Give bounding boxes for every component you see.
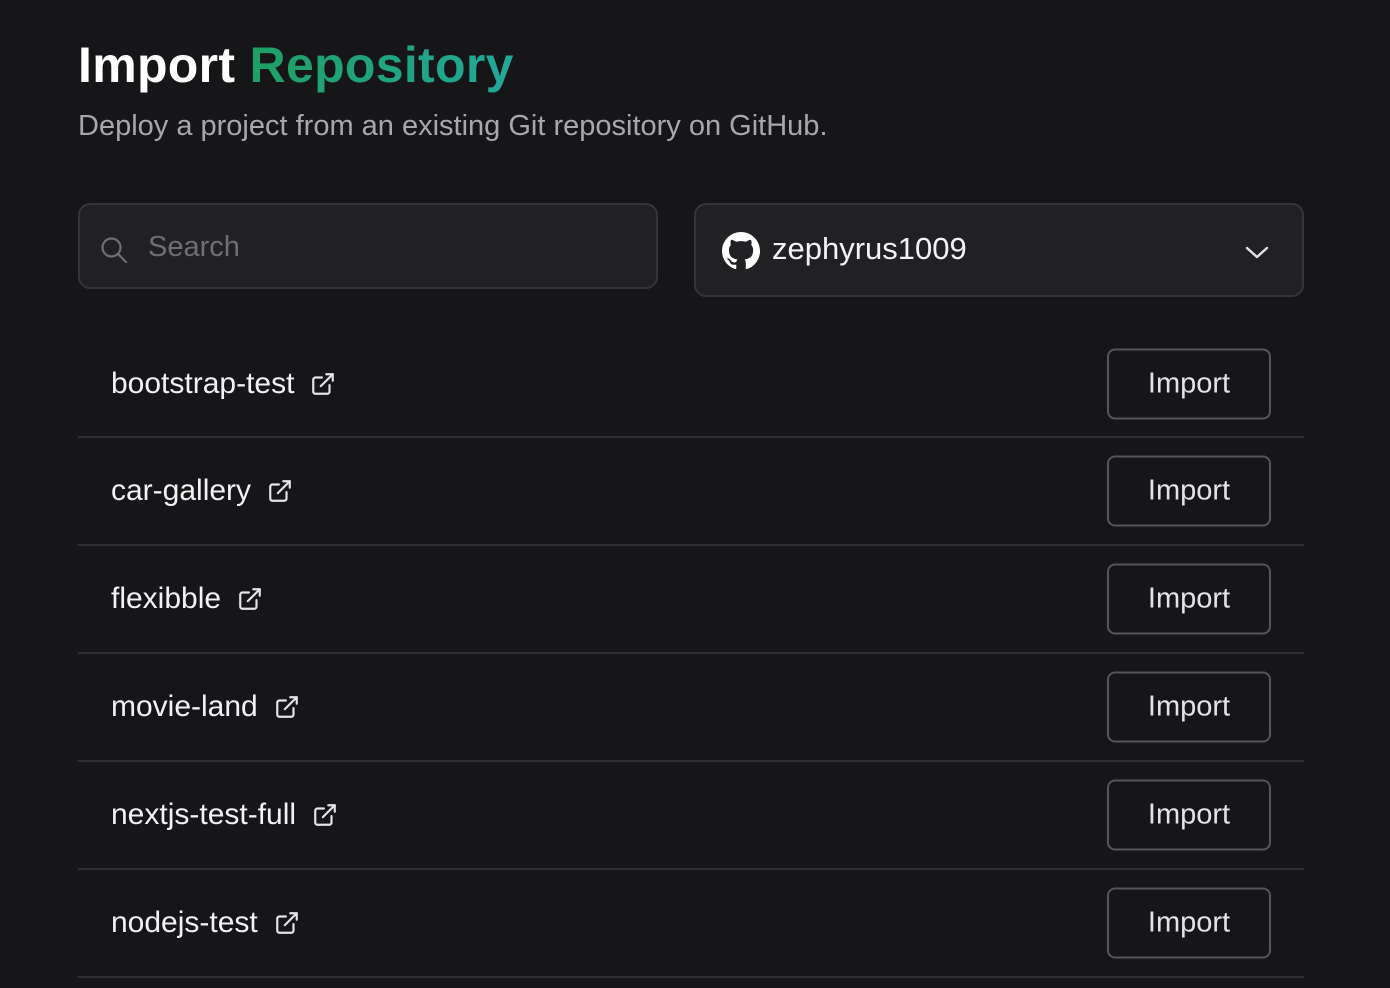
search-icon (101, 237, 128, 264)
external-link-icon[interactable] (312, 802, 338, 828)
chevron-down-icon (1245, 246, 1269, 259)
import-button[interactable]: Import (1107, 887, 1271, 959)
repository-row: nextjs-test-full Import (78, 762, 1304, 870)
repository-list: bootstrap-test Import car-gallery Import (78, 331, 1304, 978)
external-link-icon[interactable] (267, 478, 293, 504)
page-title-main: Import (78, 37, 236, 93)
import-button[interactable]: Import (1107, 455, 1271, 527)
repository-name: nodejs-test (111, 906, 258, 939)
github-icon (722, 232, 760, 270)
repository-name-wrap: flexibble (111, 582, 263, 616)
repository-name: movie-land (111, 690, 258, 723)
account-name: zephyrus1009 (772, 231, 967, 266)
repository-name-wrap: bootstrap-test (111, 367, 336, 401)
repository-name: flexibble (111, 582, 222, 615)
page-title: Import Repository (78, 36, 514, 94)
repository-name: car-gallery (111, 474, 252, 507)
repository-row: flexibble Import (78, 546, 1304, 654)
import-button[interactable]: Import (1107, 779, 1271, 851)
external-link-icon[interactable] (274, 694, 300, 720)
import-button[interactable]: Import (1107, 348, 1271, 419)
page-subtitle: Deploy a project from an existing Git re… (78, 110, 828, 142)
page-title-accent: Repository (249, 37, 514, 93)
import-button[interactable]: Import (1107, 563, 1271, 635)
account-select-dropdown[interactable]: zephyrus1009 (694, 203, 1304, 297)
repository-row: bootstrap-test Import (78, 331, 1304, 438)
search-box[interactable] (78, 203, 658, 289)
repository-row: nodejs-test Import (78, 870, 1304, 978)
search-input[interactable] (146, 205, 640, 289)
repository-name: bootstrap-test (111, 366, 295, 400)
external-link-icon[interactable] (274, 910, 300, 936)
repository-name-wrap: car-gallery (111, 474, 293, 508)
import-repository-page: Import Repository Deploy a project from … (0, 0, 1390, 988)
repository-name-wrap: nodejs-test (111, 906, 300, 940)
external-link-icon[interactable] (237, 586, 263, 612)
repository-name-wrap: movie-land (111, 690, 300, 724)
repository-row: movie-land Import (78, 654, 1304, 762)
repository-row: car-gallery Import (78, 438, 1304, 546)
import-button[interactable]: Import (1107, 671, 1271, 743)
repository-name: nextjs-test-full (111, 798, 297, 831)
repository-name-wrap: nextjs-test-full (111, 798, 338, 832)
external-link-icon[interactable] (310, 371, 336, 397)
